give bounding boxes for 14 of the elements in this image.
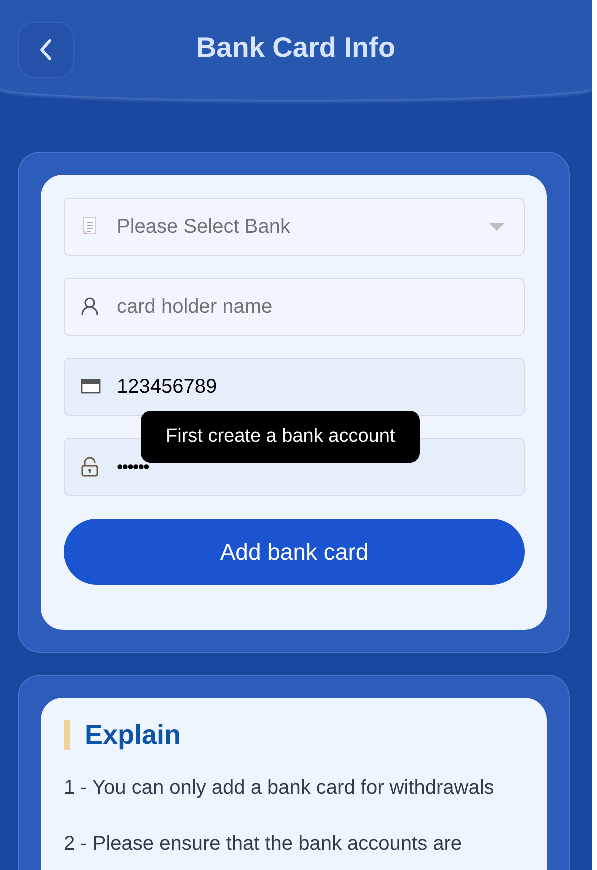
lock-icon bbox=[81, 457, 101, 477]
add-card-button[interactable]: Add bank card bbox=[64, 519, 525, 585]
section-heading: Explain bbox=[64, 720, 525, 750]
dropdown-icon bbox=[488, 222, 506, 232]
explain-text: 2 - Please ensure that the bank accounts are bbox=[64, 832, 464, 856]
input-field[interactable]: 123456789 bbox=[64, 358, 525, 416]
explain-text: 1 - You can only add a bank card for withdrawals bbox=[64, 776, 496, 800]
page-title: Bank Card Info bbox=[195, 32, 397, 64]
message-tooltip: First create a bank account bbox=[141, 411, 420, 463]
input-field[interactable]: card holder name bbox=[64, 278, 525, 336]
person-icon bbox=[81, 297, 101, 317]
bank-select[interactable]: Please Select Bank bbox=[64, 198, 525, 256]
back-button[interactable] bbox=[18, 22, 74, 78]
back-icon bbox=[39, 38, 53, 62]
